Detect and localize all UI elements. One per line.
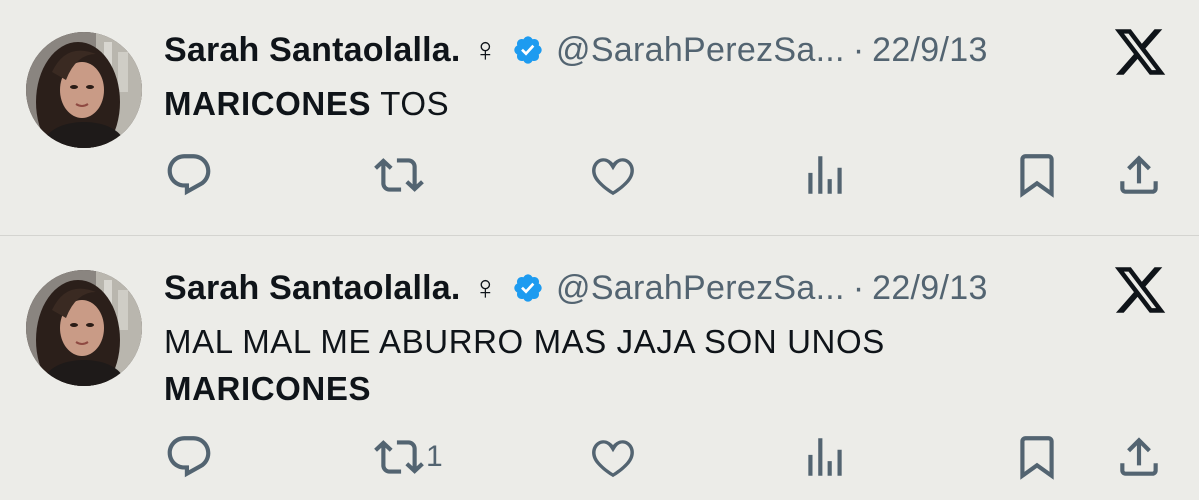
- tweet[interactable]: Sarah Santaolalla. ♀ @SarahPerezSa... · …: [0, 236, 1199, 500]
- separator-dot: ·: [852, 269, 865, 307]
- avatar[interactable]: [26, 270, 142, 386]
- retweet-count: 1: [426, 440, 443, 473]
- author-handle[interactable]: @SarahPerezSa...: [556, 268, 845, 308]
- tweet-header: Sarah Santaolalla. ♀ @SarahPerezSa... · …: [164, 268, 988, 308]
- avatar[interactable]: [26, 32, 142, 148]
- bookmark-icon: [1020, 436, 1054, 480]
- views-icon: [808, 438, 842, 476]
- views-icon: [808, 156, 842, 194]
- retweet-icon: [374, 158, 424, 192]
- author-name[interactable]: Sarah Santaolalla.: [164, 30, 461, 70]
- share-icon: [1120, 155, 1158, 194]
- bookmark-button[interactable]: [1012, 150, 1062, 200]
- tweet-text: MARICONES TOS: [164, 80, 1124, 127]
- tweet-header: Sarah Santaolalla. ♀ @SarahPerezSa... · …: [164, 30, 988, 70]
- views-button[interactable]: [800, 150, 850, 200]
- tweet-text: MAL MAL ME ABURRO MAS JAJA SON UNOS MARI…: [164, 318, 1124, 412]
- tweet[interactable]: Sarah Santaolalla. ♀ @SarahPerezSa... · …: [0, 0, 1199, 236]
- reply-icon: [167, 154, 211, 196]
- tweet-text-part: TOS: [371, 85, 450, 122]
- tweet-date[interactable]: 22/9/13: [872, 30, 988, 70]
- retweet-icon: [374, 440, 424, 474]
- tweet-text-part: MARICONES: [164, 85, 372, 122]
- x-logo-icon: [1114, 29, 1166, 75]
- views-button[interactable]: [800, 432, 850, 482]
- tweet-text-part: MARICONES: [164, 370, 372, 407]
- share-icon: [1120, 437, 1158, 476]
- x-logo-icon: [1114, 267, 1166, 313]
- author-name[interactable]: Sarah Santaolalla.: [164, 268, 461, 308]
- tweet-actions: 1: [0, 432, 1199, 482]
- bookmark-button[interactable]: [1012, 432, 1062, 482]
- gender-symbol: ♀: [472, 269, 499, 307]
- retweet-button[interactable]: 1: [374, 432, 443, 482]
- tweet-date[interactable]: 22/9/13: [872, 268, 988, 308]
- verified-badge-icon: [514, 36, 542, 64]
- heart-icon: [592, 158, 634, 196]
- share-button[interactable]: [1114, 432, 1164, 482]
- tweet-actions: [0, 150, 1199, 200]
- reply-button[interactable]: [164, 432, 214, 482]
- like-button[interactable]: [588, 432, 638, 482]
- like-button[interactable]: [588, 150, 638, 200]
- author-handle[interactable]: @SarahPerezSa...: [556, 30, 845, 70]
- gender-symbol: ♀: [472, 31, 499, 69]
- reply-icon: [167, 436, 211, 478]
- heart-icon: [592, 440, 634, 478]
- bookmark-icon: [1020, 154, 1054, 198]
- share-button[interactable]: [1114, 150, 1164, 200]
- tweet-text-part: MAL MAL ME ABURRO MAS JAJA SON UNOS: [164, 323, 885, 360]
- separator-dot: ·: [852, 31, 865, 69]
- verified-badge-icon: [514, 274, 542, 302]
- reply-button[interactable]: [164, 150, 214, 200]
- retweet-button[interactable]: [374, 150, 426, 200]
